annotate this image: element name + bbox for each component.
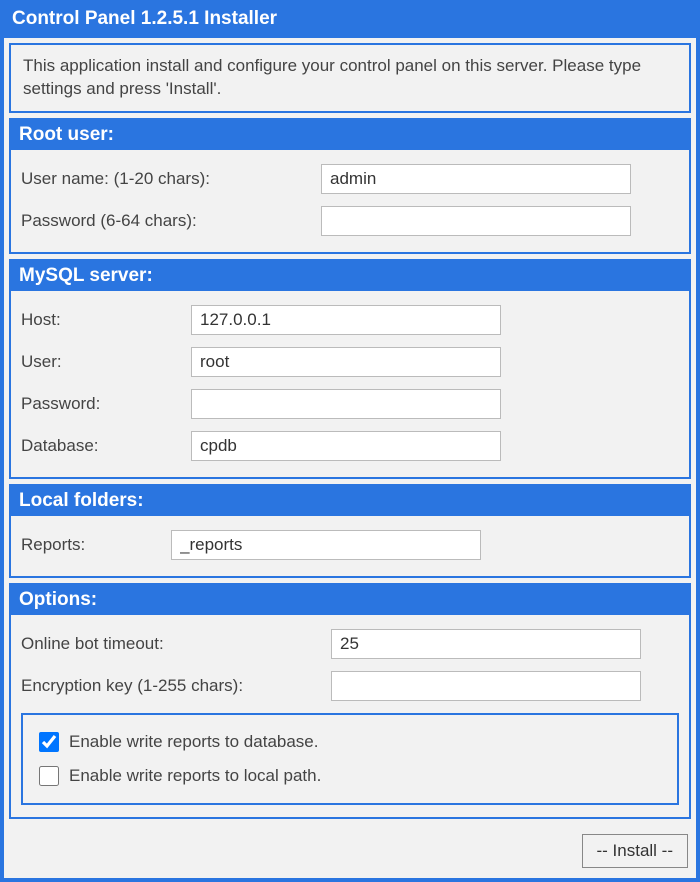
installer-window: Control Panel 1.2.5.1 Installer This app…	[0, 0, 700, 882]
input-mysql-database[interactable]	[191, 431, 501, 461]
row-mysql-database: Database:	[21, 425, 679, 467]
section-header-mysql: MySQL server:	[11, 261, 689, 291]
row-mysql-user: User:	[21, 341, 679, 383]
footer: -- Install --	[4, 824, 696, 878]
label-mysql-user: User:	[21, 352, 191, 372]
row-local-reports: Reports:	[21, 524, 679, 566]
row-mysql-password: Password:	[21, 383, 679, 425]
label-mysql-host: Host:	[21, 310, 191, 330]
label-enable-local: Enable write reports to local path.	[69, 766, 321, 786]
label-local-reports: Reports:	[21, 535, 171, 555]
row-options-enckey: Encryption key (1-255 chars):	[21, 665, 679, 707]
row-options-timeout: Online bot timeout:	[21, 623, 679, 665]
input-options-enckey[interactable]	[331, 671, 641, 701]
row-enable-local: Enable write reports to local path.	[35, 759, 665, 793]
intro-text: This application install and configure y…	[9, 43, 691, 113]
input-local-reports[interactable]	[171, 530, 481, 560]
install-button[interactable]: -- Install --	[582, 834, 689, 868]
row-root-password: Password (6-64 chars):	[21, 200, 679, 242]
label-root-password: Password (6-64 chars):	[21, 211, 321, 231]
row-root-username: User name: (1-20 chars):	[21, 158, 679, 200]
input-options-timeout[interactable]	[331, 629, 641, 659]
row-mysql-host: Host:	[21, 299, 679, 341]
label-options-enckey: Encryption key (1-255 chars):	[21, 676, 331, 696]
row-enable-db: Enable write reports to database.	[35, 725, 665, 759]
section-root-user: Root user: User name: (1-20 chars): Pass…	[9, 118, 691, 254]
input-mysql-host[interactable]	[191, 305, 501, 335]
input-mysql-user[interactable]	[191, 347, 501, 377]
options-checkbox-group: Enable write reports to database. Enable…	[21, 713, 679, 805]
section-local-folders: Local folders: Reports:	[9, 484, 691, 578]
label-root-username: User name: (1-20 chars):	[21, 169, 321, 189]
input-root-username[interactable]	[321, 164, 631, 194]
section-options: Options: Online bot timeout: Encryption …	[9, 583, 691, 819]
checkbox-enable-local[interactable]	[39, 766, 59, 786]
window-title: Control Panel 1.2.5.1 Installer	[4, 4, 696, 38]
label-options-timeout: Online bot timeout:	[21, 634, 331, 654]
label-enable-db: Enable write reports to database.	[69, 732, 318, 752]
label-mysql-database: Database:	[21, 436, 191, 456]
section-header-options: Options:	[11, 585, 689, 615]
section-header-local: Local folders:	[11, 486, 689, 516]
label-mysql-password: Password:	[21, 394, 191, 414]
checkbox-enable-db[interactable]	[39, 732, 59, 752]
input-root-password[interactable]	[321, 206, 631, 236]
section-header-root: Root user:	[11, 120, 689, 150]
section-mysql: MySQL server: Host: User: Password: Data…	[9, 259, 691, 479]
input-mysql-password[interactable]	[191, 389, 501, 419]
